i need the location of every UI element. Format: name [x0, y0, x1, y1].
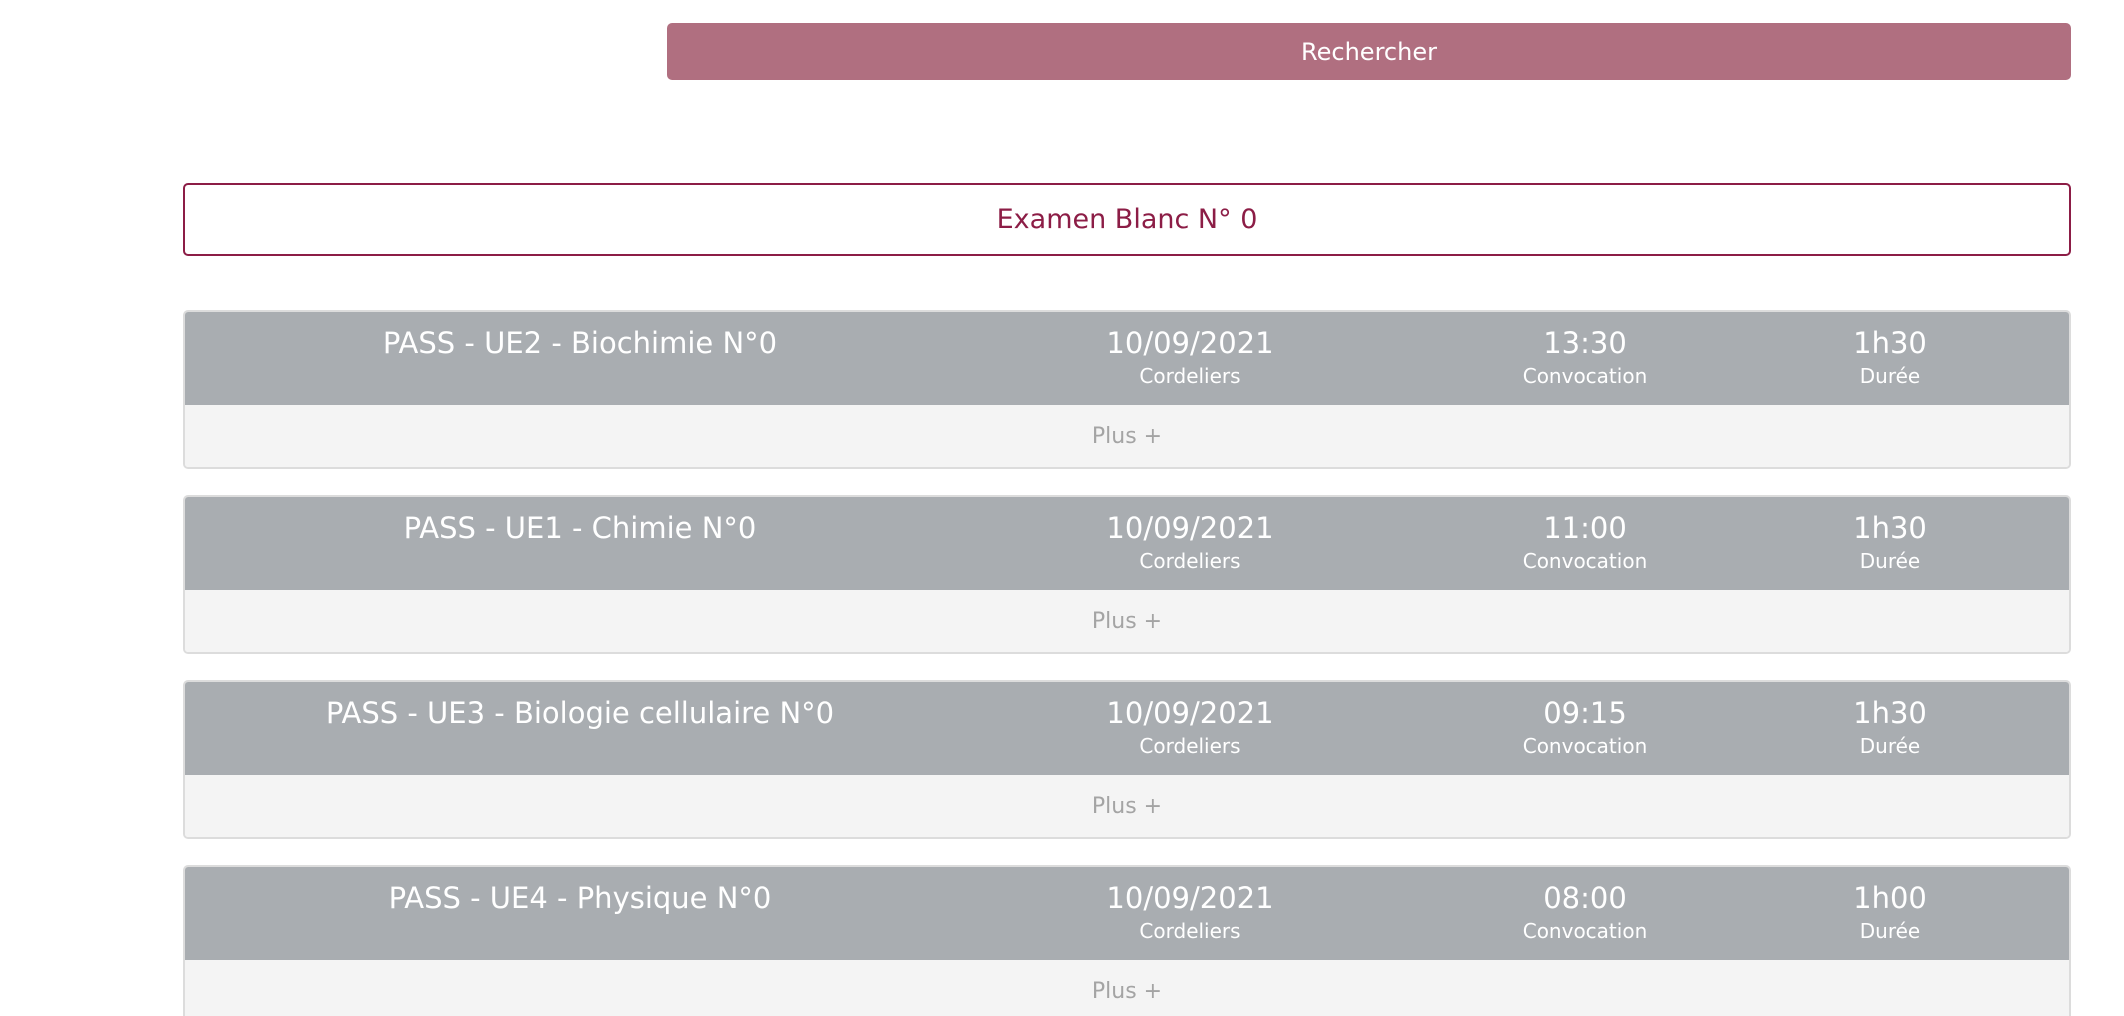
- session-card: PASS - UE2 - Biochimie N°0 10/09/2021 Co…: [183, 310, 2071, 469]
- session-duration-label: Durée: [1859, 919, 1921, 943]
- session-header[interactable]: PASS - UE3 - Biologie cellulaire N°0 10/…: [185, 682, 2069, 775]
- session-time: 08:00: [1543, 881, 1627, 915]
- session-time-cell: 08:00 Convocation: [1475, 867, 1695, 960]
- session-time: 09:15: [1543, 696, 1627, 730]
- exam-title: Examen Blanc N° 0: [996, 204, 1258, 235]
- session-time-label: Convocation: [1522, 734, 1648, 758]
- session-location: Cordeliers: [1139, 364, 1241, 388]
- session-date: 10/09/2021: [1106, 326, 1274, 360]
- session-header[interactable]: PASS - UE1 - Chimie N°0 10/09/2021 Corde…: [185, 497, 2069, 590]
- more-button[interactable]: Plus +: [185, 960, 2069, 1016]
- session-header[interactable]: PASS - UE4 - Physique N°0 10/09/2021 Cor…: [185, 867, 2069, 960]
- session-location: Cordeliers: [1139, 734, 1241, 758]
- session-duration-label: Durée: [1859, 734, 1921, 758]
- session-duration-label: Durée: [1859, 364, 1921, 388]
- session-title-cell: PASS - UE2 - Biochimie N°0: [185, 312, 975, 405]
- session-date: 10/09/2021: [1106, 696, 1274, 730]
- session-location: Cordeliers: [1139, 549, 1241, 573]
- session-title: PASS - UE4 - Physique N°0: [388, 881, 772, 915]
- session-card: PASS - UE3 - Biologie cellulaire N°0 10/…: [183, 680, 2071, 839]
- session-card: PASS - UE1 - Chimie N°0 10/09/2021 Corde…: [183, 495, 2071, 654]
- session-date-cell: 10/09/2021 Cordeliers: [1075, 312, 1305, 405]
- session-time-label: Convocation: [1522, 919, 1648, 943]
- session-date-cell: 10/09/2021 Cordeliers: [1075, 682, 1305, 775]
- session-title-cell: PASS - UE4 - Physique N°0: [185, 867, 975, 960]
- more-button[interactable]: Plus +: [185, 405, 2069, 467]
- session-time-cell: 11:00 Convocation: [1475, 497, 1695, 590]
- session-time: 11:00: [1543, 511, 1627, 545]
- session-date: 10/09/2021: [1106, 881, 1274, 915]
- session-duration: 1h30: [1853, 696, 1927, 730]
- session-duration-cell: 1h00 Durée: [1815, 867, 1965, 960]
- more-button[interactable]: Plus +: [185, 775, 2069, 837]
- session-card: PASS - UE4 - Physique N°0 10/09/2021 Cor…: [183, 865, 2071, 1016]
- more-button[interactable]: Plus +: [185, 590, 2069, 652]
- session-title: PASS - UE3 - Biologie cellulaire N°0: [325, 696, 835, 730]
- exam-title-box: Examen Blanc N° 0: [183, 183, 2071, 256]
- session-date-cell: 10/09/2021 Cordeliers: [1075, 497, 1305, 590]
- session-duration: 1h30: [1853, 511, 1927, 545]
- session-time-label: Convocation: [1522, 364, 1648, 388]
- session-header[interactable]: PASS - UE2 - Biochimie N°0 10/09/2021 Co…: [185, 312, 2069, 405]
- session-list: PASS - UE2 - Biochimie N°0 10/09/2021 Co…: [183, 310, 2071, 1016]
- session-date: 10/09/2021: [1106, 511, 1274, 545]
- session-duration-cell: 1h30 Durée: [1815, 682, 1965, 775]
- session-time-label: Convocation: [1522, 549, 1648, 573]
- page: Rechercher Examen Blanc N° 0 PASS - UE2 …: [0, 0, 2124, 1016]
- session-title-cell: PASS - UE1 - Chimie N°0: [185, 497, 975, 590]
- session-duration-cell: 1h30 Durée: [1815, 497, 1965, 590]
- search-button[interactable]: Rechercher: [667, 23, 2071, 80]
- session-date-cell: 10/09/2021 Cordeliers: [1075, 867, 1305, 960]
- session-title: PASS - UE2 - Biochimie N°0: [382, 326, 778, 360]
- session-title: PASS - UE1 - Chimie N°0: [403, 511, 757, 545]
- session-duration-label: Durée: [1859, 549, 1921, 573]
- session-duration: 1h30: [1853, 326, 1927, 360]
- session-title-cell: PASS - UE3 - Biologie cellulaire N°0: [185, 682, 975, 775]
- session-location: Cordeliers: [1139, 919, 1241, 943]
- session-duration: 1h00: [1853, 881, 1927, 915]
- session-time-cell: 13:30 Convocation: [1475, 312, 1695, 405]
- session-time-cell: 09:15 Convocation: [1475, 682, 1695, 775]
- session-duration-cell: 1h30 Durée: [1815, 312, 1965, 405]
- session-time: 13:30: [1543, 326, 1627, 360]
